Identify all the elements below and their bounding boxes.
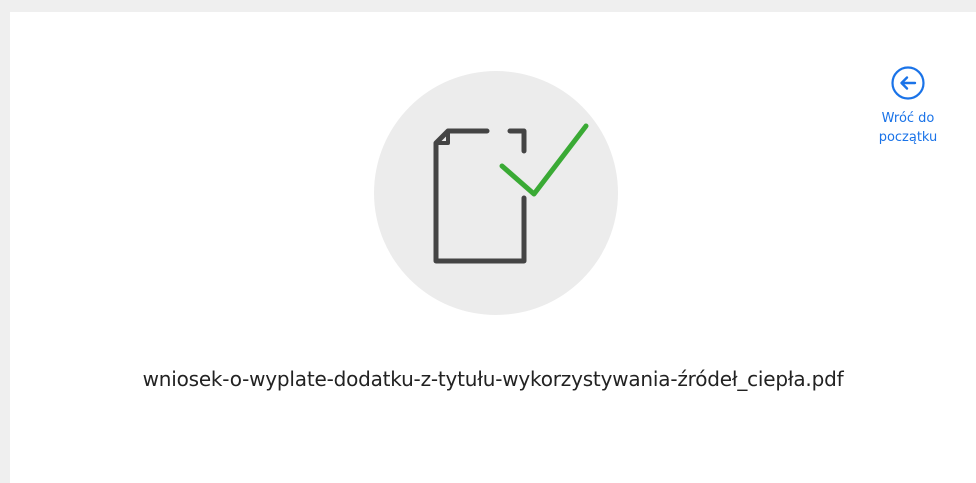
checkmark-icon — [499, 123, 589, 197]
arrow-left-circle-icon — [891, 66, 925, 100]
document-outline-corner — [507, 128, 527, 154]
document-check-icon — [433, 123, 589, 264]
back-to-start-button[interactable]: Wróć do początku — [858, 65, 958, 147]
file-name: wniosek-o-wyplate-dodatku-z-tytułu-wykor… — [142, 367, 844, 391]
document-status-badge — [374, 71, 618, 315]
upload-success-panel: Wróć do początku wniosek-o-wyplate-dodat… — [10, 12, 976, 483]
back-to-start-label: Wróć do początku — [878, 111, 938, 145]
document-outline — [433, 128, 527, 264]
